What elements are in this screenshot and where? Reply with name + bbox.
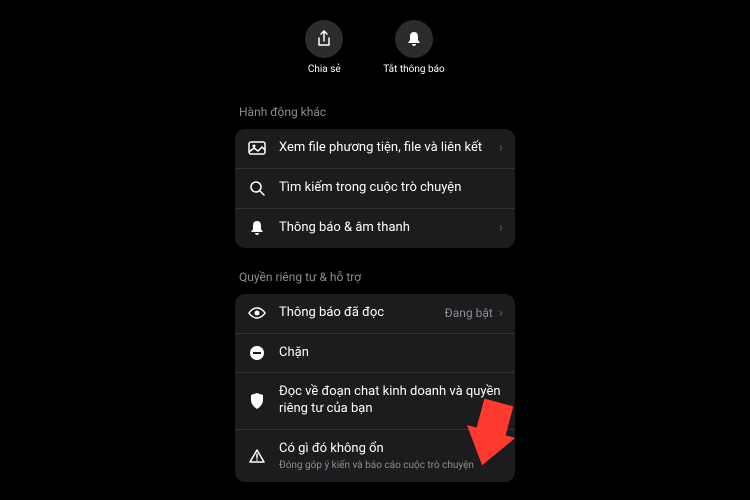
row-block-label: Chặn <box>279 345 503 362</box>
row-media[interactable]: Xem file phương tiện, file và liên kết › <box>235 129 515 168</box>
chevron-right-icon: › <box>499 220 503 236</box>
row-search[interactable]: Tìm kiếm trong cuộc trò chuyện <box>235 168 515 208</box>
section-actions: Xem file phương tiện, file và liên kết ›… <box>235 129 515 248</box>
row-search-label: Tìm kiếm trong cuộc trò chuyện <box>279 180 503 197</box>
image-icon <box>247 141 267 155</box>
chevron-right-icon: › <box>499 305 503 321</box>
mute-button[interactable]: Tắt thông báo <box>383 20 444 75</box>
share-icon <box>305 20 343 58</box>
row-privacy-info[interactable]: Đọc về đoạn chat kinh doanh và quyền riê… <box>235 372 515 429</box>
row-read-receipts-value: Đang bật <box>445 306 493 320</box>
section-privacy: Thông báo đã đọc Đang bật › Chặn <box>235 294 515 482</box>
row-notifications[interactable]: Thông báo & âm thanh › <box>235 208 515 248</box>
row-report-subtitle: Đóng góp ý kiến và báo cáo cuộc trò chuy… <box>279 460 503 471</box>
share-label: Chia sẻ <box>308 64 341 75</box>
row-read-receipts-label: Thông báo đã đọc <box>279 305 445 322</box>
row-read-receipts[interactable]: Thông báo đã đọc Đang bật › <box>235 294 515 333</box>
warning-icon <box>247 449 267 463</box>
eye-icon <box>247 307 267 319</box>
block-icon <box>247 345 267 361</box>
bell-icon <box>247 220 267 236</box>
chevron-right-icon: › <box>499 140 503 156</box>
share-button[interactable]: Chia sẻ <box>305 20 343 75</box>
row-report[interactable]: Có gì đó không ổn Đóng góp ý kiến và báo… <box>235 429 515 482</box>
search-icon <box>247 180 267 196</box>
section-header-privacy: Quyền riêng tư & hỗ trợ <box>235 270 515 284</box>
section-header-actions: Hành động khác <box>235 105 515 119</box>
shield-icon <box>247 393 267 409</box>
mute-label: Tắt thông báo <box>383 64 444 75</box>
row-block[interactable]: Chặn <box>235 333 515 373</box>
row-notifications-label: Thông báo & âm thanh <box>279 220 499 237</box>
row-privacy-info-label: Đọc về đoạn chat kinh doanh và quyền riê… <box>279 384 503 418</box>
top-actions: Chia sẻ Tắt thông báo <box>235 20 515 75</box>
row-report-label: Có gì đó không ổn <box>279 441 503 458</box>
bell-icon <box>395 20 433 58</box>
row-media-label: Xem file phương tiện, file và liên kết <box>279 140 499 157</box>
